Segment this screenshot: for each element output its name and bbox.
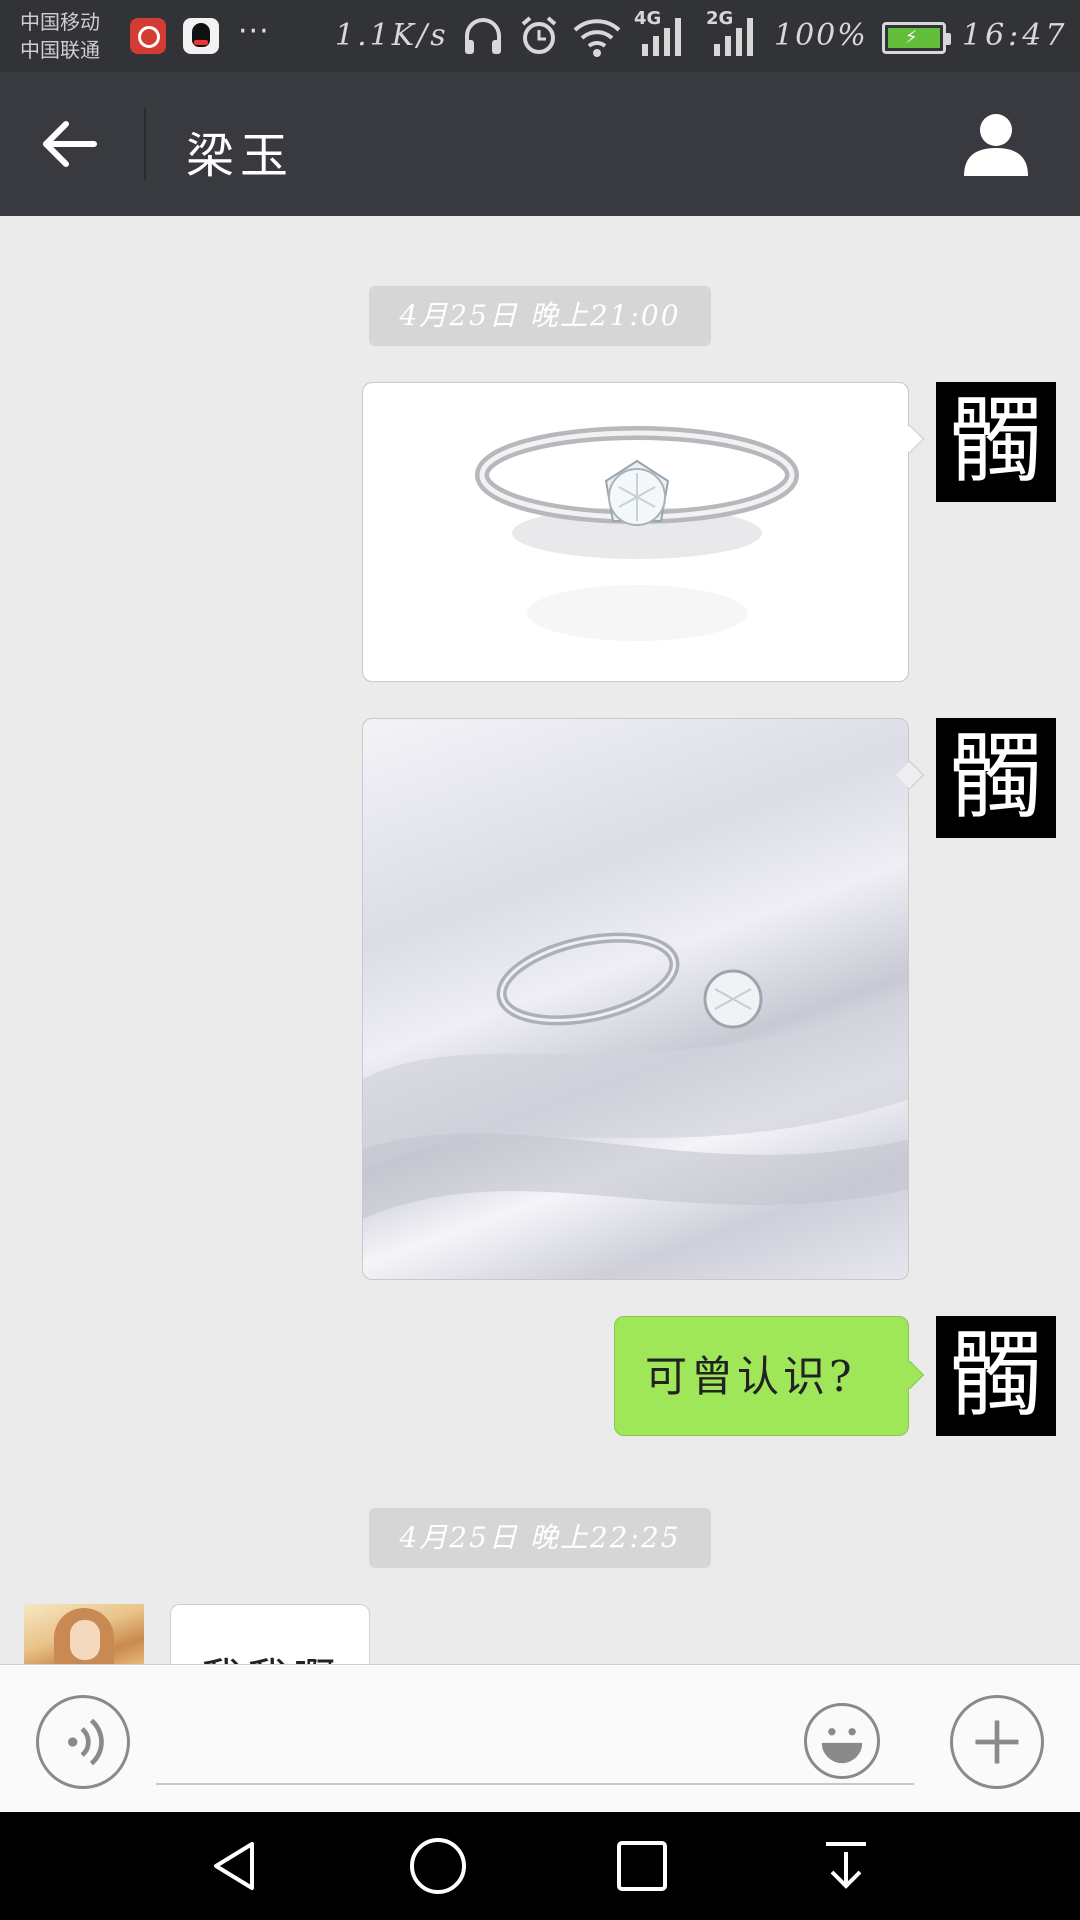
battery-charging-icon: ⚡: [882, 22, 951, 54]
voice-icon: [68, 1718, 104, 1766]
wifi-icon: [573, 19, 621, 57]
title-bar: 梁玉: [0, 72, 1080, 216]
contact-text-message[interactable]: 我我啊: [170, 1604, 370, 1664]
signal-4g-icon: [642, 18, 681, 56]
input-bar: [0, 1664, 1080, 1812]
plus-icon: [975, 1720, 1019, 1764]
my-avatar[interactable]: 髑: [936, 382, 1056, 502]
my-avatar[interactable]: 髑: [936, 1316, 1056, 1436]
emoji-button[interactable]: [804, 1703, 880, 1779]
message-input[interactable]: [156, 1705, 914, 1785]
ring-photo-1: [475, 426, 799, 641]
carrier-1: 中国移动: [20, 10, 100, 34]
nav-recents-button[interactable]: [612, 1836, 672, 1896]
alarm-icon: [521, 16, 557, 54]
timestamp: 4月25日 晚上22:25: [369, 1508, 711, 1568]
profile-button[interactable]: [962, 110, 1030, 178]
emoji-icon: [821, 1728, 863, 1764]
image-message-ring-1[interactable]: [362, 382, 925, 682]
ring-photo-2: [363, 932, 908, 1219]
contact-avatar[interactable]: [24, 1604, 144, 1664]
nav-home-button[interactable]: [408, 1836, 468, 1896]
more-button[interactable]: [950, 1695, 1044, 1789]
status-bar: 中国移动 中国联通 ··· 1.1K/s 4G 2G 100% ⚡ 16:47: [0, 0, 1080, 72]
net-speed: 1.1K/s: [335, 18, 449, 53]
timestamp: 4月25日 晚上21:00: [369, 286, 711, 346]
person-icon: [964, 114, 1028, 176]
image-message-ring-2[interactable]: [362, 718, 925, 1280]
message-text: 我我啊: [201, 1645, 339, 1664]
signal-2g-icon: [714, 18, 753, 56]
system-nav-bar: [0, 1812, 1080, 1920]
charging-bolt-icon: ⚡: [905, 27, 918, 48]
back-button[interactable]: [38, 114, 108, 174]
headphones-icon: [465, 18, 501, 54]
home-circle-icon: [410, 1838, 466, 1894]
clock: 16:47: [962, 18, 1069, 53]
nav-back-button[interactable]: [206, 1836, 266, 1896]
battery-percent: 100%: [774, 18, 868, 53]
chat-title: 梁玉: [186, 128, 295, 184]
recents-square-icon: [617, 1841, 667, 1891]
ring-image-2: [363, 719, 908, 1279]
message-text: 可曾认识?: [645, 1352, 856, 1401]
nav-notification-button[interactable]: [816, 1836, 876, 1896]
back-triangle-icon: [214, 1842, 254, 1890]
carrier-labels: 中国移动 中国联通: [20, 8, 100, 64]
bubble-tail: [895, 1360, 925, 1390]
qq-icon: [183, 18, 219, 54]
carrier-2: 中国联通: [20, 38, 100, 62]
avatar-face: [70, 1620, 100, 1660]
title-divider: [144, 108, 146, 180]
my-text-message[interactable]: 可曾认识?: [614, 1316, 925, 1436]
arrow-left-icon: [43, 121, 97, 167]
notification-pulldown-icon: [826, 1842, 866, 1889]
overflow-icon: ···: [238, 14, 270, 49]
my-avatar[interactable]: 髑: [936, 718, 1056, 838]
ring-image-1: [363, 383, 908, 681]
netease-music-icon: [130, 18, 166, 54]
voice-button[interactable]: [36, 1695, 130, 1789]
